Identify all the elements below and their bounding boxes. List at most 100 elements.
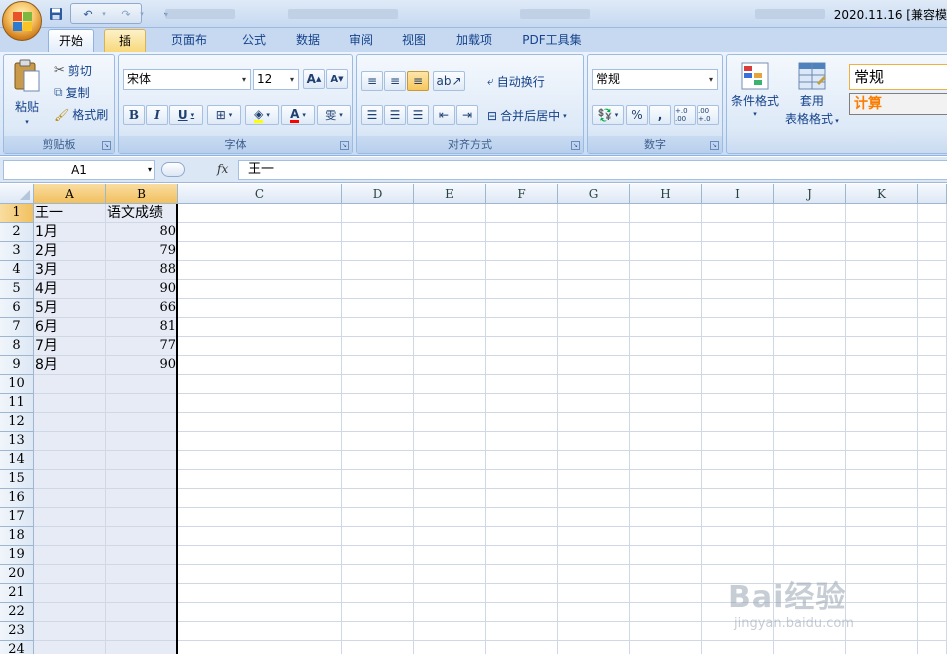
cell-g12[interactable]	[558, 413, 630, 432]
row-header[interactable]: 20	[0, 565, 34, 584]
cell-e20[interactable]	[414, 565, 486, 584]
clipboard-launcher-icon[interactable]: ↘	[102, 141, 111, 150]
cell-e1[interactable]	[414, 204, 486, 223]
cell-c22[interactable]	[178, 603, 342, 622]
row-header[interactable]: 10	[0, 375, 34, 394]
cell-e14[interactable]	[414, 451, 486, 470]
cell-d23[interactable]	[342, 622, 414, 641]
cell-h12[interactable]	[630, 413, 702, 432]
cell-i18[interactable]	[702, 527, 774, 546]
cell-f2[interactable]	[486, 223, 558, 242]
cell-e10[interactable]	[414, 375, 486, 394]
cell-d17[interactable]	[342, 508, 414, 527]
cell-i7[interactable]	[702, 318, 774, 337]
row-header[interactable]: 6	[0, 299, 34, 318]
undo-icon[interactable]: ↶	[78, 5, 98, 23]
column-header-h[interactable]: H	[630, 184, 702, 204]
cell-d14[interactable]	[342, 451, 414, 470]
cell-b11[interactable]	[106, 394, 178, 413]
cell-i3[interactable]	[702, 242, 774, 261]
cell-d15[interactable]	[342, 470, 414, 489]
cell-e21[interactable]	[414, 584, 486, 603]
office-button[interactable]	[2, 1, 42, 41]
cell-j6[interactable]	[774, 299, 846, 318]
align-center-icon[interactable]: ☰	[384, 105, 406, 125]
cell-c4[interactable]	[178, 261, 342, 280]
cell-a16[interactable]	[34, 489, 106, 508]
cell-g8[interactable]	[558, 337, 630, 356]
cell-k11[interactable]	[846, 394, 918, 413]
cell-f5[interactable]	[486, 280, 558, 299]
cell-j9[interactable]	[774, 356, 846, 375]
cell-f22[interactable]	[486, 603, 558, 622]
cell-f7[interactable]	[486, 318, 558, 337]
row-header[interactable]: 18	[0, 527, 34, 546]
cell-h20[interactable]	[630, 565, 702, 584]
underline-button[interactable]: U ▾	[169, 105, 203, 125]
cell-e23[interactable]	[414, 622, 486, 641]
column-header-b[interactable]: B	[106, 184, 178, 204]
cell-g5[interactable]	[558, 280, 630, 299]
shrink-font-button[interactable]: A ▼	[326, 69, 348, 89]
row-header[interactable]: 16	[0, 489, 34, 508]
redo-dropdown-icon[interactable]: ▾	[138, 5, 146, 23]
cell-k14[interactable]	[846, 451, 918, 470]
cell-h24[interactable]	[630, 641, 702, 654]
cell-h4[interactable]	[630, 261, 702, 280]
grow-font-button[interactable]: A ▲	[303, 69, 325, 89]
column-header-g[interactable]: G	[558, 184, 630, 204]
orientation-button[interactable]: ab↗	[433, 71, 465, 91]
decrease-decimal-button[interactable]: .00 +.0	[697, 105, 719, 125]
cell-g3[interactable]	[558, 242, 630, 261]
undo-dropdown-icon[interactable]: ▾	[100, 5, 108, 23]
row-header[interactable]: 15	[0, 470, 34, 489]
cell-k20[interactable]	[846, 565, 918, 584]
cell-b24[interactable]	[106, 641, 178, 654]
insert-function-icon[interactable]: fx	[217, 162, 228, 176]
cell-g20[interactable]	[558, 565, 630, 584]
align-right-icon[interactable]: ☰	[407, 105, 429, 125]
cell-e15[interactable]	[414, 470, 486, 489]
cell-c12[interactable]	[178, 413, 342, 432]
cell-h22[interactable]	[630, 603, 702, 622]
cell-d19[interactable]	[342, 546, 414, 565]
increase-indent-icon[interactable]: ⇥	[456, 105, 478, 125]
cell-i16[interactable]	[702, 489, 774, 508]
column-header-i[interactable]: I	[702, 184, 774, 204]
cell-c18[interactable]	[178, 527, 342, 546]
alignment-launcher-icon[interactable]: ↘	[571, 141, 580, 150]
cell-c7[interactable]	[178, 318, 342, 337]
cell-k16[interactable]	[846, 489, 918, 508]
tab-review[interactable]: 审阅	[339, 29, 383, 52]
cell-filler[interactable]	[918, 432, 947, 451]
cell-f19[interactable]	[486, 546, 558, 565]
cell-k23[interactable]	[846, 622, 918, 641]
cell-k3[interactable]	[846, 242, 918, 261]
fill-color-button[interactable]: ◈ ▾	[245, 105, 279, 125]
cell-h16[interactable]	[630, 489, 702, 508]
cell-c14[interactable]	[178, 451, 342, 470]
cell-e17[interactable]	[414, 508, 486, 527]
cell-d6[interactable]	[342, 299, 414, 318]
cell-d8[interactable]	[342, 337, 414, 356]
cell-g13[interactable]	[558, 432, 630, 451]
cell-e5[interactable]	[414, 280, 486, 299]
cell-a15[interactable]	[34, 470, 106, 489]
row-header[interactable]: 7	[0, 318, 34, 337]
cell-c21[interactable]	[178, 584, 342, 603]
cell-a14[interactable]	[34, 451, 106, 470]
cell-k13[interactable]	[846, 432, 918, 451]
cell-f24[interactable]	[486, 641, 558, 654]
phonetic-button[interactable]: 雯 ▾	[317, 105, 351, 125]
cell-g2[interactable]	[558, 223, 630, 242]
cell-filler[interactable]	[918, 299, 947, 318]
cell-a24[interactable]	[34, 641, 106, 654]
cell-j15[interactable]	[774, 470, 846, 489]
format-painter-button[interactable]: 🖌 格式刷	[54, 106, 108, 123]
cell-f1[interactable]	[486, 204, 558, 223]
cell-g6[interactable]	[558, 299, 630, 318]
cell-j14[interactable]	[774, 451, 846, 470]
cell-a5[interactable]: 4月	[34, 280, 106, 299]
cell-c8[interactable]	[178, 337, 342, 356]
cell-j13[interactable]	[774, 432, 846, 451]
